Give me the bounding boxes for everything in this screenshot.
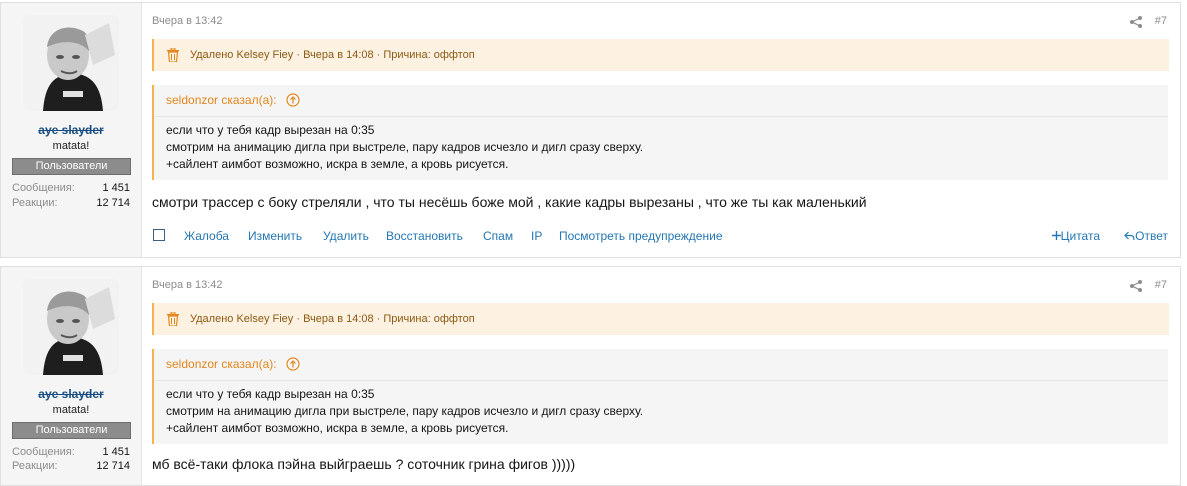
- post-actions: Жалоба Изменить Удалить Восстановить Спа…: [152, 227, 1168, 245]
- arrow-up-circle-icon[interactable]: [286, 357, 300, 371]
- quote-body: если что у тебя кадр вырезан на 0:35 смо…: [166, 122, 643, 173]
- user-sidebar: aye slayder matata! Пользователи Сообщен…: [1, 3, 142, 257]
- post-number[interactable]: #7: [1155, 279, 1167, 291]
- post-date[interactable]: Вчера в 13:42: [152, 279, 223, 291]
- user-group-banner: Пользователи: [12, 422, 131, 439]
- reactions-value: 12 714: [96, 460, 130, 472]
- messages-label: Сообщения:: [12, 446, 75, 458]
- reply-button[interactable]: Ответ: [1124, 229, 1168, 243]
- ip-link[interactable]: IP: [531, 229, 542, 243]
- plus-icon: [1051, 231, 1061, 240]
- messages-value: 1 451: [102, 446, 130, 458]
- post-message: мб всё-таки флока пэйна выйграешь ? сото…: [152, 456, 576, 472]
- quote-body: если что у тебя кадр вырезан на 0:35 смо…: [166, 386, 643, 437]
- post-main: Вчера в 13:42 #7 Удалено Kelsey Fiey · В…: [141, 3, 1180, 257]
- quote-line: если что у тебя кадр вырезан на 0:35: [166, 123, 375, 137]
- quote-attribution[interactable]: seldonzor сказал(а):: [166, 93, 277, 107]
- quote-header: seldonzor сказал(а):: [154, 349, 1168, 381]
- quote-line: если что у тебя кадр вырезан на 0:35: [166, 387, 375, 401]
- user-group-banner: Пользователи: [12, 158, 131, 175]
- spam-link[interactable]: Спам: [483, 229, 513, 243]
- quote-header: seldonzor сказал(а):: [154, 85, 1168, 117]
- trash-icon: [167, 312, 179, 326]
- reply-arrow-icon: [1124, 231, 1135, 241]
- restore-link[interactable]: Восстановить: [386, 229, 463, 243]
- reactions-label: Реакции:: [12, 460, 58, 472]
- quote-button-label: Цитата: [1060, 229, 1100, 243]
- quote-attribution[interactable]: seldonzor сказал(а):: [166, 357, 277, 371]
- post: aye slayder matata! Пользователи Сообщен…: [0, 2, 1181, 258]
- quote-line: +сайлент аимбот возможно, искра в земле,…: [166, 421, 509, 435]
- messages-label: Сообщения:: [12, 182, 75, 194]
- avatar[interactable]: [23, 15, 119, 111]
- post: aye slayder matata! Пользователи Сообщен…: [0, 266, 1181, 486]
- user-title: matata!: [52, 140, 90, 152]
- reactions-label: Реакции:: [12, 197, 58, 209]
- messages-value: 1 451: [102, 182, 130, 194]
- edit-link[interactable]: Изменить: [248, 229, 302, 243]
- arrow-up-circle-icon[interactable]: [286, 93, 300, 107]
- username-link[interactable]: aye slayder: [1, 123, 141, 137]
- quote-block: seldonzor сказал(а): если что у тебя кад…: [152, 349, 1168, 444]
- deleted-text: Удалено Kelsey Fiey · Вчера в 14:08 · Пр…: [190, 49, 475, 61]
- post-message: смотри трассер с боку стреляли , что ты …: [152, 194, 867, 210]
- quote-button[interactable]: Цитата: [1051, 229, 1100, 243]
- avatar[interactable]: [23, 279, 119, 375]
- delete-link[interactable]: Удалить: [323, 229, 369, 243]
- deleted-text: Удалено Kelsey Fiey · Вчера в 14:08 · Пр…: [190, 313, 475, 325]
- share-icon[interactable]: [1129, 279, 1143, 293]
- deleted-notice: Удалено Kelsey Fiey · Вчера в 14:08 · Пр…: [152, 39, 1169, 71]
- view-warning-link[interactable]: Посмотреть предупреждение: [559, 229, 723, 243]
- username-link[interactable]: aye slayder: [1, 387, 141, 401]
- quote-block: seldonzor сказал(а): если что у тебя кад…: [152, 85, 1168, 180]
- select-checkbox[interactable]: [153, 229, 165, 241]
- user-sidebar: aye slayder matata! Пользователи Сообщен…: [1, 267, 142, 485]
- share-icon[interactable]: [1129, 15, 1143, 29]
- user-title: matata!: [52, 404, 90, 416]
- report-link[interactable]: Жалоба: [184, 229, 229, 243]
- post-main: Вчера в 13:42 #7 Удалено Kelsey Fiey · В…: [141, 267, 1180, 485]
- trash-icon: [167, 48, 179, 62]
- quote-line: смотрим на анимацию дигла при выстреле, …: [166, 140, 644, 154]
- deleted-notice: Удалено Kelsey Fiey · Вчера в 14:08 · Пр…: [152, 303, 1169, 335]
- post-date[interactable]: Вчера в 13:42: [152, 15, 223, 27]
- quote-line: +сайлент аимбот возможно, искра в земле,…: [166, 157, 509, 171]
- reply-button-label: Ответ: [1135, 229, 1168, 243]
- reactions-value: 12 714: [96, 197, 130, 209]
- post-number[interactable]: #7: [1155, 15, 1167, 27]
- quote-line: смотрим на анимацию дигла при выстреле, …: [166, 404, 644, 418]
